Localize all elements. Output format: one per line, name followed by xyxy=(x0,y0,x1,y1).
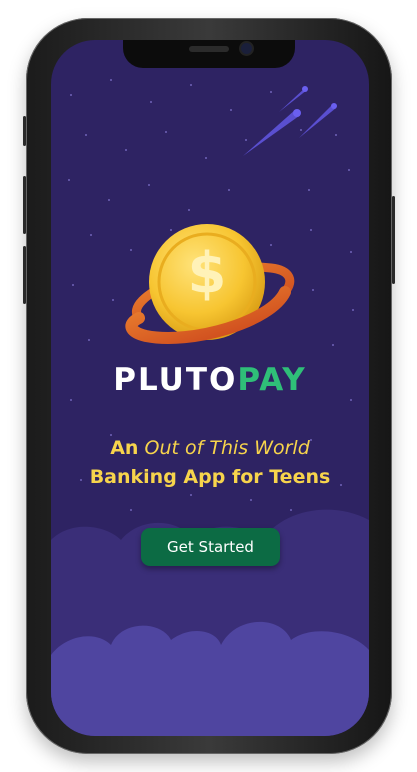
coin-symbol: $ xyxy=(187,241,227,306)
cloud-layer xyxy=(51,509,369,736)
tagline-line-1: An Out of This World xyxy=(51,434,369,462)
power-button xyxy=(392,196,395,284)
tagline-an: An xyxy=(110,437,139,459)
volume-up-button xyxy=(23,176,26,234)
get-started-button[interactable]: Get Started xyxy=(141,528,280,566)
notch xyxy=(123,40,295,68)
front-camera xyxy=(241,43,252,54)
wordmark-pay: PAY xyxy=(237,362,307,398)
app-screen: $ PLUTOPAY An Out of This World Banking … xyxy=(51,40,369,736)
app-wordmark: PLUTOPAY xyxy=(51,362,369,398)
mute-switch xyxy=(23,116,26,146)
tagline-italic: Out of This World xyxy=(144,437,310,459)
wordmark-pluto: PLUTO xyxy=(113,362,238,398)
volume-down-button xyxy=(23,246,26,304)
speaker xyxy=(189,46,229,52)
